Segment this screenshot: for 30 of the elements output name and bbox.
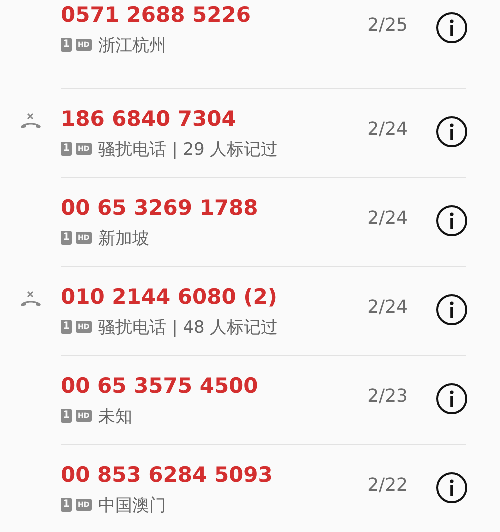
caller-info: 未知 bbox=[98, 406, 133, 428]
phone-number: 00 65 3575 4500 bbox=[61, 373, 260, 400]
phone-number: 186 6840 7304 bbox=[61, 106, 238, 133]
call-date: 2/23 bbox=[368, 386, 408, 407]
sim-badge: 1 bbox=[61, 142, 72, 156]
sim-badge: 1 bbox=[61, 498, 72, 512]
info-icon[interactable] bbox=[436, 472, 468, 504]
sim-badge: 1 bbox=[61, 38, 72, 52]
call-date: 2/22 bbox=[368, 475, 408, 496]
phone-number: 010 2144 6080 (2) bbox=[61, 284, 278, 311]
phone-number: 00 65 3269 1788 bbox=[61, 195, 260, 222]
caller-info: 浙江杭州 bbox=[98, 34, 167, 56]
info-icon[interactable] bbox=[436, 294, 468, 326]
caller-info: 骚扰电话 | 48 人标记过 bbox=[98, 316, 278, 338]
caller-info: 骚扰电话 | 29 人标记过 bbox=[98, 138, 278, 160]
phone-number: 0571 2688 5226 bbox=[61, 2, 252, 29]
info-icon[interactable] bbox=[436, 383, 468, 415]
sim-badge: 1 bbox=[61, 409, 72, 423]
call-date: 2/24 bbox=[368, 119, 408, 140]
info-icon[interactable] bbox=[436, 116, 468, 148]
phone-number: 00 853 6284 5093 bbox=[61, 462, 274, 489]
caller-info: 新加坡 bbox=[98, 228, 150, 250]
caller-info: 中国澳门 bbox=[98, 494, 167, 516]
call-date: 2/24 bbox=[368, 208, 408, 229]
call-date: 2/24 bbox=[368, 297, 408, 318]
call-date: 2/25 bbox=[368, 15, 408, 36]
sim-badge: 1 bbox=[61, 320, 72, 334]
sim-badge: 1 bbox=[61, 231, 72, 245]
info-icon[interactable] bbox=[436, 12, 468, 44]
info-icon[interactable] bbox=[436, 205, 468, 237]
